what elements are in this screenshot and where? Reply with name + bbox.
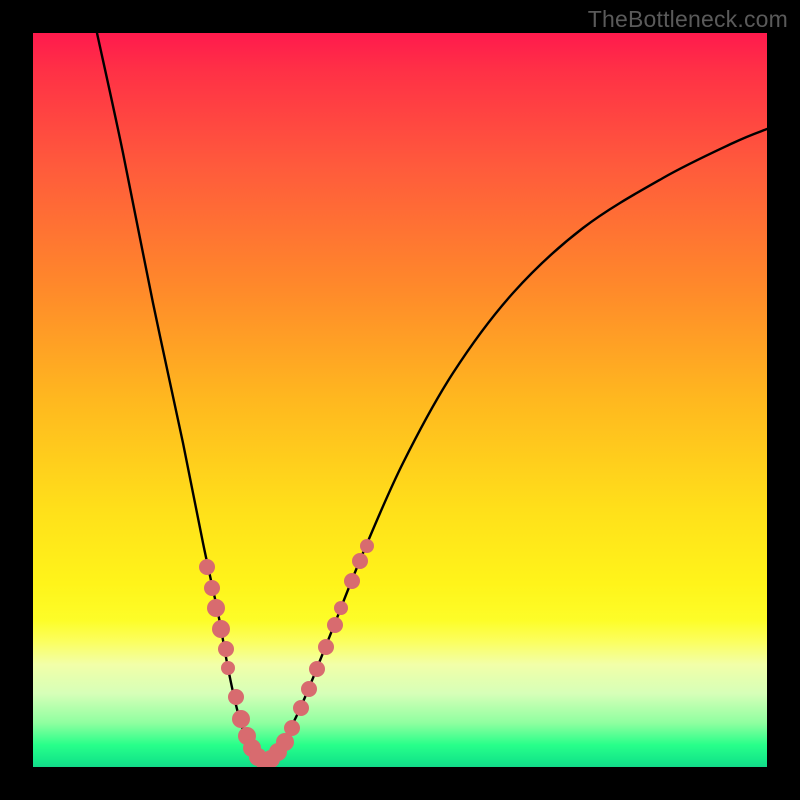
marker-bead	[199, 559, 215, 575]
chart-svg	[33, 33, 767, 767]
marker-bead	[207, 599, 225, 617]
marker-bead	[334, 601, 348, 615]
marker-bead	[309, 661, 325, 677]
marker-bead	[218, 641, 234, 657]
marker-bead	[212, 620, 230, 638]
marker-bead	[301, 681, 317, 697]
marker-bead	[293, 700, 309, 716]
marker-bead	[352, 553, 368, 569]
marker-bead	[221, 661, 235, 675]
marker-bead	[204, 580, 220, 596]
marker-beads	[199, 539, 374, 767]
bottleneck-curve	[97, 33, 767, 761]
marker-bead	[232, 710, 250, 728]
marker-bead	[360, 539, 374, 553]
marker-bead	[284, 720, 300, 736]
marker-bead	[327, 617, 343, 633]
watermark-text: TheBottleneck.com	[588, 6, 788, 33]
marker-bead	[228, 689, 244, 705]
marker-bead	[318, 639, 334, 655]
marker-bead	[344, 573, 360, 589]
